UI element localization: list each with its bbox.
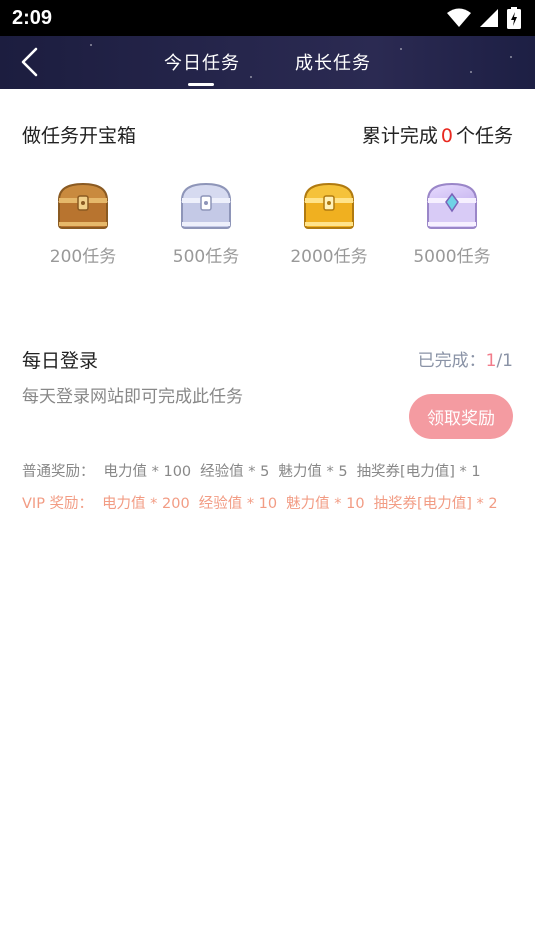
reward-item: 电力值 * 100 [103,464,192,480]
tab-today-tasks[interactable]: 今日任务 [164,49,240,75]
status-time: 2:09 [12,6,53,29]
silver-chest-icon [180,182,232,229]
tab-growth-tasks[interactable]: 成长任务 [295,49,371,75]
wifi-icon [447,8,471,27]
reward-item: 经验值 * 10 [198,496,278,512]
chest-label: 5000任务 [413,247,491,267]
status-bar: 2:09 [0,0,535,36]
chest-label: 500任务 [172,247,240,267]
normal-rewards-label: 普通奖励： [22,464,95,480]
top-nav-bar: 今日任务 成长任务 [0,36,535,89]
chest-label: 200任务 [49,247,117,267]
claim-reward-button[interactable]: 领取奖励 [409,394,513,439]
task-total-count: /1 [496,351,513,371]
reward-item: 魅力值 * 10 [286,496,365,512]
chest-2000[interactable]: 2000任务 [279,180,379,267]
reward-item: 抽奖券[电力值] * 1 [356,464,481,480]
bronze-chest-icon [57,182,109,229]
chest-500[interactable]: 500任务 [156,180,256,267]
chest-200[interactable]: 200任务 [33,180,133,267]
chevron-left-icon [21,47,38,77]
normal-rewards: 普通奖励： 电力值 * 100 经验值 * 5 魅力值 * 5 抽奖券[电力值] * 1 [22,461,514,483]
task-completion-status: 已完成：1/1 [418,346,513,371]
signal-icon [480,9,498,27]
task-done-count: 1 [485,351,497,371]
status-icons [447,7,521,29]
vip-rewards-label: VIP 奖励： [22,496,94,512]
battery-icon [507,7,521,29]
back-button[interactable] [14,46,46,78]
chest-5000[interactable]: 5000任务 [402,180,502,267]
reward-item: 抽奖券[电力值] * 2 [373,496,498,512]
reward-item: 电力值 * 200 [102,496,190,512]
gold-chest-icon [303,182,355,229]
treasure-section-title: 做任务开宝箱 [22,125,137,147]
chest-label: 2000任务 [290,247,368,267]
progress-count: 0 [440,125,453,147]
progress-suffix: 个任务 [455,125,513,147]
progress-prefix: 累计完成 [361,125,438,147]
active-tab-indicator [188,83,214,86]
task-description: 每天登录网站即可完成此任务 [22,387,243,407]
reward-item: 魅力值 * 5 [278,464,348,480]
task-title: 每日登录 [22,350,99,372]
reward-item: 经验值 * 5 [200,464,270,480]
crystal-chest-icon [426,182,478,229]
vip-rewards: VIP 奖励： 电力值 * 200 经验值 * 10 魅力值 * 10 抽奖券[电力值]… [22,493,514,515]
task-progress-summary: 累计完成 0 个任务 [362,121,513,148]
task-status-label: 已完成： [417,351,486,371]
